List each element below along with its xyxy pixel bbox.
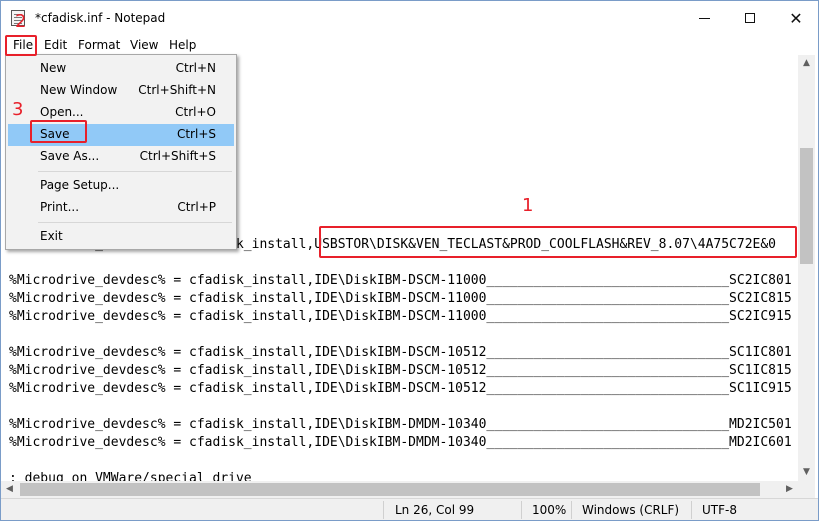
menu-item-label: Exit — [40, 229, 63, 243]
vertical-scrollbar[interactable]: ▲ ▼ — [798, 55, 815, 481]
menu-bar: File Edit Format View Help — [1, 35, 818, 55]
menu-item-label: Page Setup... — [40, 178, 120, 192]
editor-line: %Microdrive_devdesc% = cfadisk_install,I… — [9, 273, 792, 288]
menu-item-shortcut: Ctrl+P — [177, 200, 216, 214]
menu-item-label: New — [40, 61, 67, 75]
menu-item-exit[interactable]: Exit — [8, 226, 234, 248]
menu-separator — [38, 222, 232, 223]
menu-separator — [38, 171, 232, 172]
menu-view[interactable]: View — [130, 38, 158, 52]
menu-item-shortcut: Ctrl+N — [175, 61, 216, 75]
close-icon: ✕ — [789, 8, 803, 28]
menu-format[interactable]: Format — [78, 38, 120, 52]
step-3-label: 3 — [12, 99, 24, 120]
menu-item-label: Print... — [40, 200, 80, 214]
menu-item-shortcut: Ctrl+O — [175, 105, 216, 119]
menu-item-page-setup[interactable]: Page Setup... — [8, 175, 234, 197]
status-divider — [571, 501, 572, 519]
notepad-window: *cfadisk.inf - Notepad ✕ File Edit Forma… — [0, 0, 819, 521]
menu-edit[interactable]: Edit — [44, 38, 67, 52]
editor-line: %Microdrive_devdesc% = cfadisk_install,I… — [9, 381, 792, 396]
menu-item-print[interactable]: Print... Ctrl+P — [8, 197, 234, 219]
highlight-save — [30, 120, 87, 143]
menu-item-shortcut: Ctrl+Shift+S — [139, 149, 216, 163]
menu-item-shortcut: Ctrl+S — [176, 127, 216, 141]
maximize-button[interactable] — [727, 1, 773, 35]
menu-help[interactable]: Help — [169, 38, 196, 52]
step-1-label: 1 — [522, 195, 534, 216]
close-button[interactable]: ✕ — [773, 1, 818, 35]
editor-line: %Microdrive_devdesc% = cfadisk_install,I… — [9, 345, 792, 360]
step-2-label: 2 — [15, 11, 27, 32]
menu-item-new[interactable]: New Ctrl+N — [8, 58, 234, 80]
menu-item-label: Save As... — [40, 149, 100, 163]
status-encoding: UTF-8 — [702, 503, 737, 517]
horizontal-scroll-thumb[interactable] — [20, 483, 760, 496]
window-title: *cfadisk.inf - Notepad — [35, 11, 166, 25]
highlight-edited-line — [319, 226, 797, 258]
editor-line: %Microdrive_devdesc% = cfadisk_install,I… — [9, 363, 792, 378]
status-position: Ln 26, Col 99 — [395, 503, 475, 517]
status-bar: Ln 26, Col 99 100% Windows (CRLF) UTF-8 — [1, 498, 818, 520]
scrollbar-corner — [798, 481, 815, 498]
vertical-scroll-thumb[interactable] — [800, 148, 813, 264]
horizontal-scrollbar[interactable]: ◀ ▶ — [1, 481, 798, 498]
status-zoom: 100% — [532, 503, 567, 517]
editor-line: %Microdrive_devdesc% = cfadisk_install,I… — [9, 435, 792, 450]
minimize-icon — [698, 17, 710, 19]
menu-item-label: Open... — [40, 105, 84, 119]
editor-line: %Microdrive_devdesc% = cfadisk_install,I… — [9, 417, 792, 432]
editor-line: %Microdrive_devdesc% = cfadisk_install,I… — [9, 309, 792, 324]
status-divider — [521, 501, 522, 519]
scroll-left-icon[interactable]: ◀ — [1, 481, 18, 498]
status-divider — [383, 501, 384, 519]
status-divider — [691, 501, 692, 519]
scroll-right-icon[interactable]: ▶ — [781, 481, 798, 498]
editor-line: ; debug on VMWare/special drive — [9, 471, 252, 481]
status-line-ending: Windows (CRLF) — [582, 503, 680, 517]
minimize-button[interactable] — [681, 1, 727, 35]
menu-item-save-as[interactable]: Save As... Ctrl+Shift+S — [8, 146, 234, 168]
scroll-up-icon[interactable]: ▲ — [798, 55, 815, 72]
menu-item-new-window[interactable]: New Window Ctrl+Shift+N — [8, 80, 234, 102]
maximize-icon — [745, 13, 755, 23]
scroll-down-icon[interactable]: ▼ — [798, 464, 815, 481]
editor-line: %Microdrive_devdesc% = cfadisk_install,I… — [9, 291, 792, 306]
menu-item-shortcut: Ctrl+Shift+N — [138, 83, 216, 97]
highlight-file-menu — [5, 35, 37, 56]
menu-item-label: New Window — [40, 83, 118, 97]
file-menu-dropdown: New Ctrl+N New Window Ctrl+Shift+N Open.… — [5, 54, 237, 250]
title-bar: *cfadisk.inf - Notepad ✕ — [1, 1, 818, 35]
